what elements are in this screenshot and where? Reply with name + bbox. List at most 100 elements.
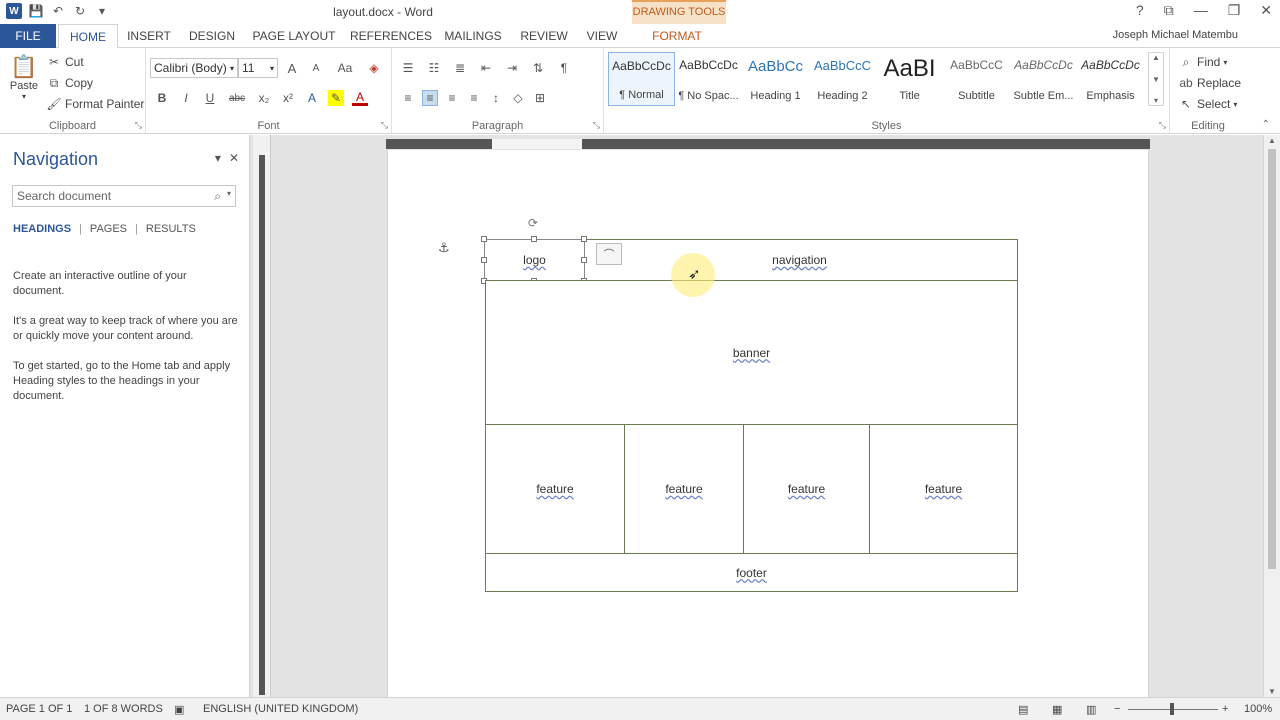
web-layout-icon[interactable]: ▥: [1086, 703, 1096, 716]
borders-icon[interactable]: ⊞: [532, 90, 548, 106]
cut-button[interactable]: ✂ Cut: [46, 54, 84, 70]
grow-font-button[interactable]: A: [284, 60, 300, 76]
align-left-icon[interactable]: ≡: [400, 90, 416, 106]
feature-shape[interactable]: feature: [743, 424, 870, 554]
chevron-down-icon[interactable]: ▼: [1152, 75, 1160, 84]
style-subtitle[interactable]: AaBbCcC Subtitle: [943, 52, 1010, 106]
scroll-down-icon[interactable]: ▼: [1268, 687, 1276, 696]
style-heading-1[interactable]: AaBbCc Heading 1: [742, 52, 809, 106]
zoom-level[interactable]: 100%: [1244, 703, 1272, 715]
font-name-combo[interactable]: Calibri (Body) ▾: [150, 58, 238, 78]
footer-shape[interactable]: footer: [485, 553, 1018, 592]
search-icon[interactable]: ⌕: [214, 189, 221, 204]
print-layout-icon[interactable]: ▦: [1052, 703, 1062, 716]
increase-indent-icon[interactable]: ⇥: [504, 60, 520, 76]
pane-options-icon[interactable]: ▾: [215, 151, 221, 165]
anchor-icon[interactable]: ⚓: [438, 240, 450, 256]
minimize-button[interactable]: —: [1194, 2, 1208, 19]
paragraph-launcher-icon[interactable]: ⤡: [593, 120, 600, 131]
feature-shape[interactable]: feature: [869, 424, 1018, 554]
style-subtle-emphasis[interactable]: AaBbCcDc Subtle Em...: [1010, 52, 1077, 106]
underline-button[interactable]: U: [202, 90, 218, 106]
align-right-icon[interactable]: ≡: [444, 90, 460, 106]
user-account-name[interactable]: Joseph Michael Matembu: [1113, 29, 1238, 41]
tab-mailings[interactable]: MAILINGS: [440, 24, 506, 48]
styles-launcher-icon[interactable]: ⤡: [1159, 120, 1166, 131]
bullets-icon[interactable]: ☰: [400, 60, 416, 76]
numbering-icon[interactable]: ☷: [426, 60, 442, 76]
resize-handle[interactable]: [581, 257, 587, 263]
close-button[interactable]: ✕: [1260, 2, 1272, 19]
read-mode-icon[interactable]: ▤: [1018, 703, 1028, 716]
clear-formatting-icon[interactable]: ◈: [366, 60, 382, 76]
resize-handle[interactable]: [481, 257, 487, 263]
tab-review[interactable]: REVIEW: [518, 24, 570, 48]
scrollbar-thumb[interactable]: [1268, 149, 1276, 569]
subscript-button[interactable]: x₂: [256, 90, 272, 106]
style-no-spacing[interactable]: AaBbCcDc ¶ No Spac...: [675, 52, 742, 106]
show-formatting-marks-icon[interactable]: ¶: [556, 60, 572, 76]
font-size-combo[interactable]: 11 ▾: [238, 58, 278, 78]
style-emphasis[interactable]: AaBbCcDc Emphasis: [1077, 52, 1144, 106]
word-count-status[interactable]: 1 OF 8 WORDS: [84, 703, 163, 715]
collapse-ribbon-icon[interactable]: ⌃: [1262, 119, 1270, 130]
styles-gallery-scroll[interactable]: ▲ ▼ ▾: [1148, 52, 1164, 106]
change-case-button[interactable]: Aa: [332, 60, 358, 76]
chevron-up-icon[interactable]: ▲: [1152, 53, 1160, 62]
copy-button[interactable]: ⧉ Copy: [46, 75, 93, 91]
style-heading-2[interactable]: AaBbCcC Heading 2: [809, 52, 876, 106]
style-normal[interactable]: AaBbCcDc ¶ Normal: [608, 52, 675, 106]
replace-button[interactable]: ab Replace: [1178, 75, 1241, 91]
highlight-icon[interactable]: ✎: [328, 90, 344, 106]
chevron-down-icon[interactable]: ▾: [227, 189, 231, 204]
tab-references[interactable]: REFERENCES: [350, 24, 432, 48]
language-status[interactable]: ENGLISH (UNITED KINGDOM): [203, 703, 358, 715]
page-count-status[interactable]: PAGE 1 OF 1: [6, 703, 72, 715]
banner-shape[interactable]: banner: [485, 280, 1018, 425]
format-painter-button[interactable]: 🖌 Format Painter: [46, 96, 144, 112]
font-color-button[interactable]: A: [352, 90, 368, 106]
tab-insert[interactable]: INSERT: [124, 24, 174, 48]
clipboard-launcher-icon[interactable]: ⤡: [135, 120, 142, 131]
zoom-out-icon[interactable]: −: [1114, 703, 1120, 715]
multilevel-list-icon[interactable]: ≣: [452, 60, 468, 76]
nav-tab-pages[interactable]: PAGES: [90, 223, 127, 235]
align-center-icon[interactable]: ≡: [422, 90, 438, 106]
tab-file[interactable]: FILE: [0, 24, 56, 48]
nav-tab-headings[interactable]: HEADINGS: [13, 223, 71, 235]
tab-home[interactable]: HOME: [58, 24, 118, 49]
superscript-button[interactable]: x²: [280, 90, 296, 106]
style-title[interactable]: AaBI Title: [876, 52, 943, 106]
close-pane-icon[interactable]: ✕: [229, 151, 239, 165]
tab-format[interactable]: FORMAT: [646, 24, 708, 48]
paste-button[interactable]: 📋 Paste ▾: [8, 54, 40, 101]
resize-handle[interactable]: [581, 236, 587, 242]
decrease-indent-icon[interactable]: ⇤: [478, 60, 494, 76]
restore-button[interactable]: ❐: [1228, 2, 1241, 19]
sort-icon[interactable]: ⇅: [530, 60, 546, 76]
find-button[interactable]: ⌕ Find ▾: [1178, 54, 1228, 70]
strikethrough-button[interactable]: abc: [226, 90, 248, 106]
zoom-slider-thumb[interactable]: [1170, 703, 1174, 715]
feature-shape[interactable]: feature: [485, 424, 625, 554]
font-launcher-icon[interactable]: ⤡: [381, 120, 388, 131]
tab-design[interactable]: DESIGN: [186, 24, 238, 48]
search-document-input[interactable]: Search document ⌕ ▾: [12, 185, 236, 207]
feature-shape[interactable]: feature: [624, 424, 744, 554]
scroll-up-icon[interactable]: ▲: [1268, 136, 1276, 145]
select-button[interactable]: ↖ Select ▾: [1178, 96, 1237, 112]
help-icon[interactable]: ?: [1136, 2, 1144, 19]
proofing-icon[interactable]: ▣: [174, 703, 184, 716]
shrink-font-button[interactable]: A: [308, 60, 324, 76]
italic-button[interactable]: I: [178, 90, 194, 106]
line-spacing-icon[interactable]: ↕: [488, 90, 504, 106]
bold-button[interactable]: B: [154, 90, 170, 106]
resize-handle[interactable]: [531, 236, 537, 242]
more-styles-icon[interactable]: ▾: [1154, 96, 1158, 105]
vertical-scrollbar[interactable]: ▲ ▼: [1263, 135, 1280, 697]
logo-shape[interactable]: logo: [484, 239, 585, 281]
ribbon-display-options-icon[interactable]: ⧉: [1164, 2, 1174, 19]
layout-options-button[interactable]: ⌒: [596, 243, 622, 265]
zoom-in-icon[interactable]: +: [1222, 703, 1228, 715]
justify-icon[interactable]: ≡: [466, 90, 482, 106]
